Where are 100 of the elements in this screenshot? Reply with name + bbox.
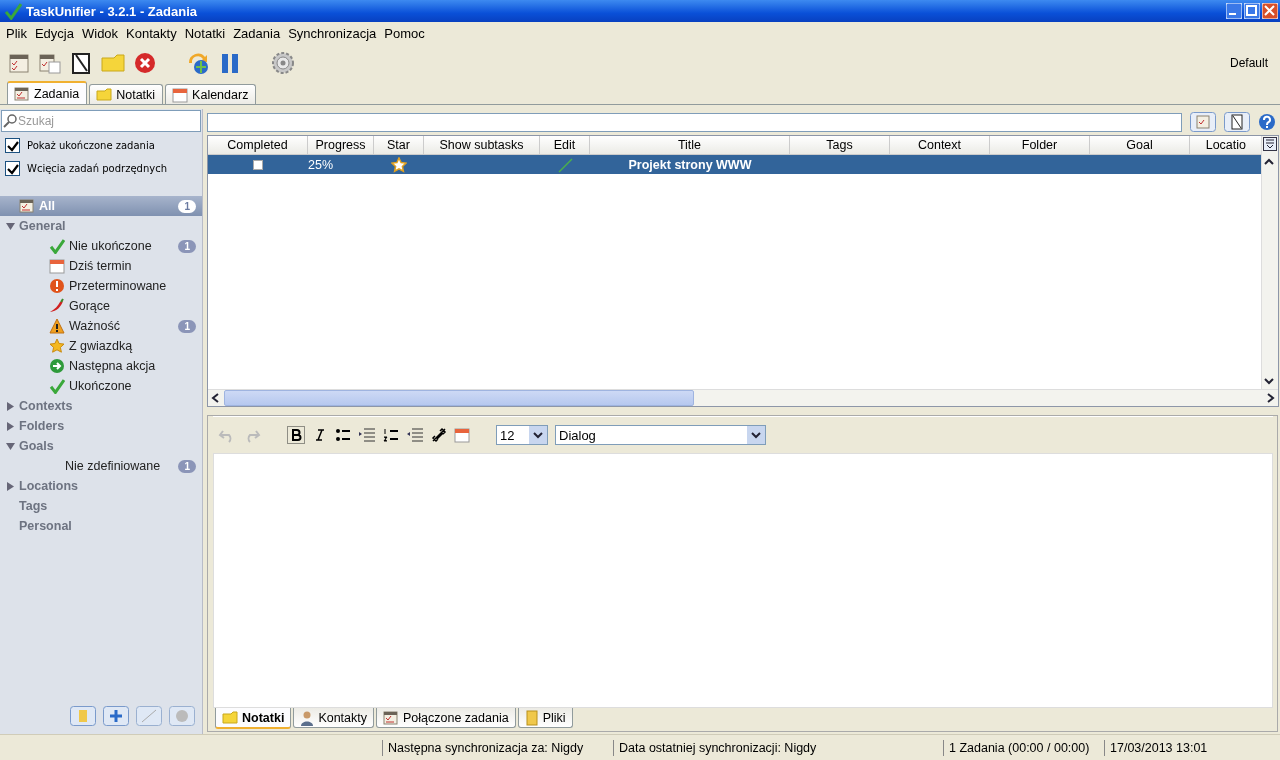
- menu-item[interactable]: Pomoc: [380, 24, 429, 42]
- tree-item[interactable]: Contexts: [0, 396, 202, 416]
- count-badge: 1: [178, 319, 196, 333]
- menu-item[interactable]: Plik: [2, 24, 31, 42]
- option-label: Wcięcia zadań podrzędnych: [27, 163, 168, 174]
- bold-icon[interactable]: [287, 426, 305, 444]
- add-button[interactable]: [103, 706, 129, 726]
- tree-item[interactable]: General: [0, 216, 202, 236]
- search-field[interactable]: Szukaj: [1, 110, 201, 132]
- collapsed-arrow-icon[interactable]: [6, 401, 15, 411]
- pause-icon[interactable]: [219, 52, 241, 74]
- menu-item[interactable]: Kontakty: [122, 24, 181, 42]
- column-header[interactable]: Tags: [790, 136, 890, 154]
- notebook-icon[interactable]: [70, 52, 92, 74]
- task-window-icon[interactable]: [39, 52, 61, 74]
- tree-item[interactable]: Nie zdefiniowane 1: [0, 456, 202, 476]
- tab[interactable]: Kontakty: [293, 708, 374, 728]
- font-dropdown[interactable]: Dialog: [555, 425, 766, 445]
- task-list-icon[interactable]: [8, 52, 30, 74]
- indent-icon[interactable]: [358, 427, 376, 443]
- tree-item[interactable]: All 1: [0, 196, 202, 216]
- tree-item[interactable]: Goals: [0, 436, 202, 456]
- checkbox[interactable]: [253, 159, 263, 170]
- collapsed-arrow-icon[interactable]: [6, 481, 15, 491]
- collapsed-arrow-icon[interactable]: [6, 421, 15, 431]
- calendar-icon[interactable]: [454, 427, 470, 443]
- folder-icon: [524, 709, 539, 726]
- column-header[interactable]: Title: [590, 136, 790, 154]
- numbered-list-icon[interactable]: [383, 427, 399, 443]
- gear-icon[interactable]: [271, 51, 295, 75]
- warning-icon: [49, 318, 65, 334]
- column-header[interactable]: Edit: [540, 136, 590, 154]
- column-header[interactable]: Progress: [308, 136, 374, 154]
- tab[interactable]: Zadania: [7, 81, 88, 104]
- close-button[interactable]: [1262, 3, 1278, 19]
- tree-item[interactable]: Dziś termin: [0, 256, 202, 276]
- checkbox[interactable]: [5, 161, 20, 176]
- option-label: Pokaż ukończone zadania: [27, 140, 155, 151]
- horizontal-scrollbar[interactable]: [208, 389, 1278, 406]
- tree-item[interactable]: Gorące: [0, 296, 202, 316]
- calendar-icon: [49, 258, 65, 274]
- task-list-icon: [19, 198, 35, 214]
- menu-item[interactable]: Edycja: [30, 24, 78, 42]
- star-icon: [49, 338, 65, 354]
- menu-item[interactable]: Widok: [78, 24, 123, 42]
- delete-icon[interactable]: [134, 52, 156, 74]
- tree-item[interactable]: Następna akcja: [0, 356, 202, 376]
- menu-item[interactable]: Synchronizacja: [284, 24, 381, 42]
- check-icon: [49, 378, 65, 394]
- font-size-dropdown[interactable]: 12: [496, 425, 548, 445]
- tree-item[interactable]: Nie ukończone 1: [0, 236, 202, 256]
- folder-button[interactable]: [70, 706, 96, 726]
- warning-burst-icon: [49, 278, 65, 294]
- column-header[interactable]: Show subtasks: [424, 136, 540, 154]
- count-badge: 1: [178, 459, 196, 473]
- tab[interactable]: Notatki: [215, 708, 292, 729]
- tab[interactable]: Pliki: [517, 708, 573, 728]
- scroll-thumb[interactable]: [224, 390, 694, 406]
- minimize-button[interactable]: [1226, 3, 1242, 19]
- tree-item[interactable]: Ukończone: [0, 376, 202, 396]
- tab[interactable]: Kalendarz: [165, 84, 257, 104]
- count-badge: 1: [178, 239, 196, 253]
- filter-field[interactable]: [207, 112, 1182, 132]
- tree-item[interactable]: Ważność 1: [0, 316, 202, 336]
- help-icon[interactable]: [1258, 113, 1276, 131]
- tree-item[interactable]: Tags: [0, 496, 202, 516]
- menu-item[interactable]: Notatki: [180, 24, 230, 42]
- outdent-icon[interactable]: [406, 427, 424, 443]
- task-view-button[interactable]: [1190, 112, 1216, 132]
- column-header[interactable]: Folder: [990, 136, 1090, 154]
- checkmark-icon: [6, 139, 19, 152]
- column-header[interactable]: Goal: [1090, 136, 1190, 154]
- notebook-button[interactable]: [1224, 112, 1250, 132]
- task-list-icon: [383, 709, 399, 726]
- expanded-arrow-icon[interactable]: [6, 441, 15, 451]
- pencil-icon[interactable]: [557, 156, 573, 173]
- tree-item[interactable]: Personal: [0, 516, 202, 536]
- tree-item[interactable]: Z gwiazdką: [0, 336, 202, 356]
- column-chooser-icon[interactable]: [1263, 137, 1277, 151]
- checkbox[interactable]: [5, 138, 20, 153]
- tab[interactable]: Notatki: [89, 84, 164, 104]
- expanded-arrow-icon[interactable]: [6, 221, 15, 231]
- table-cell: Projekt strony WWW: [628, 157, 752, 172]
- tab[interactable]: Połączone zadania: [376, 708, 516, 728]
- column-header[interactable]: Context: [890, 136, 990, 154]
- profile-label: Default: [1229, 56, 1268, 70]
- table-row[interactable]: 25% Projekt strony WWW: [208, 155, 1261, 174]
- sync-icon[interactable]: [186, 51, 210, 75]
- tree-item[interactable]: Przeterminowane: [0, 276, 202, 296]
- vertical-scrollbar[interactable]: [1261, 136, 1278, 389]
- tree-item[interactable]: Folders: [0, 416, 202, 436]
- tree-item[interactable]: Locations: [0, 476, 202, 496]
- person-icon: [300, 709, 315, 726]
- maximize-button[interactable]: [1244, 3, 1260, 19]
- check-icon: [49, 238, 65, 254]
- column-header[interactable]: Completed: [208, 136, 308, 154]
- search-icon: [3, 114, 17, 128]
- column-header[interactable]: Star: [374, 136, 424, 154]
- bullet-list-icon[interactable]: [335, 427, 351, 443]
- menu-item[interactable]: Zadania: [229, 24, 285, 42]
